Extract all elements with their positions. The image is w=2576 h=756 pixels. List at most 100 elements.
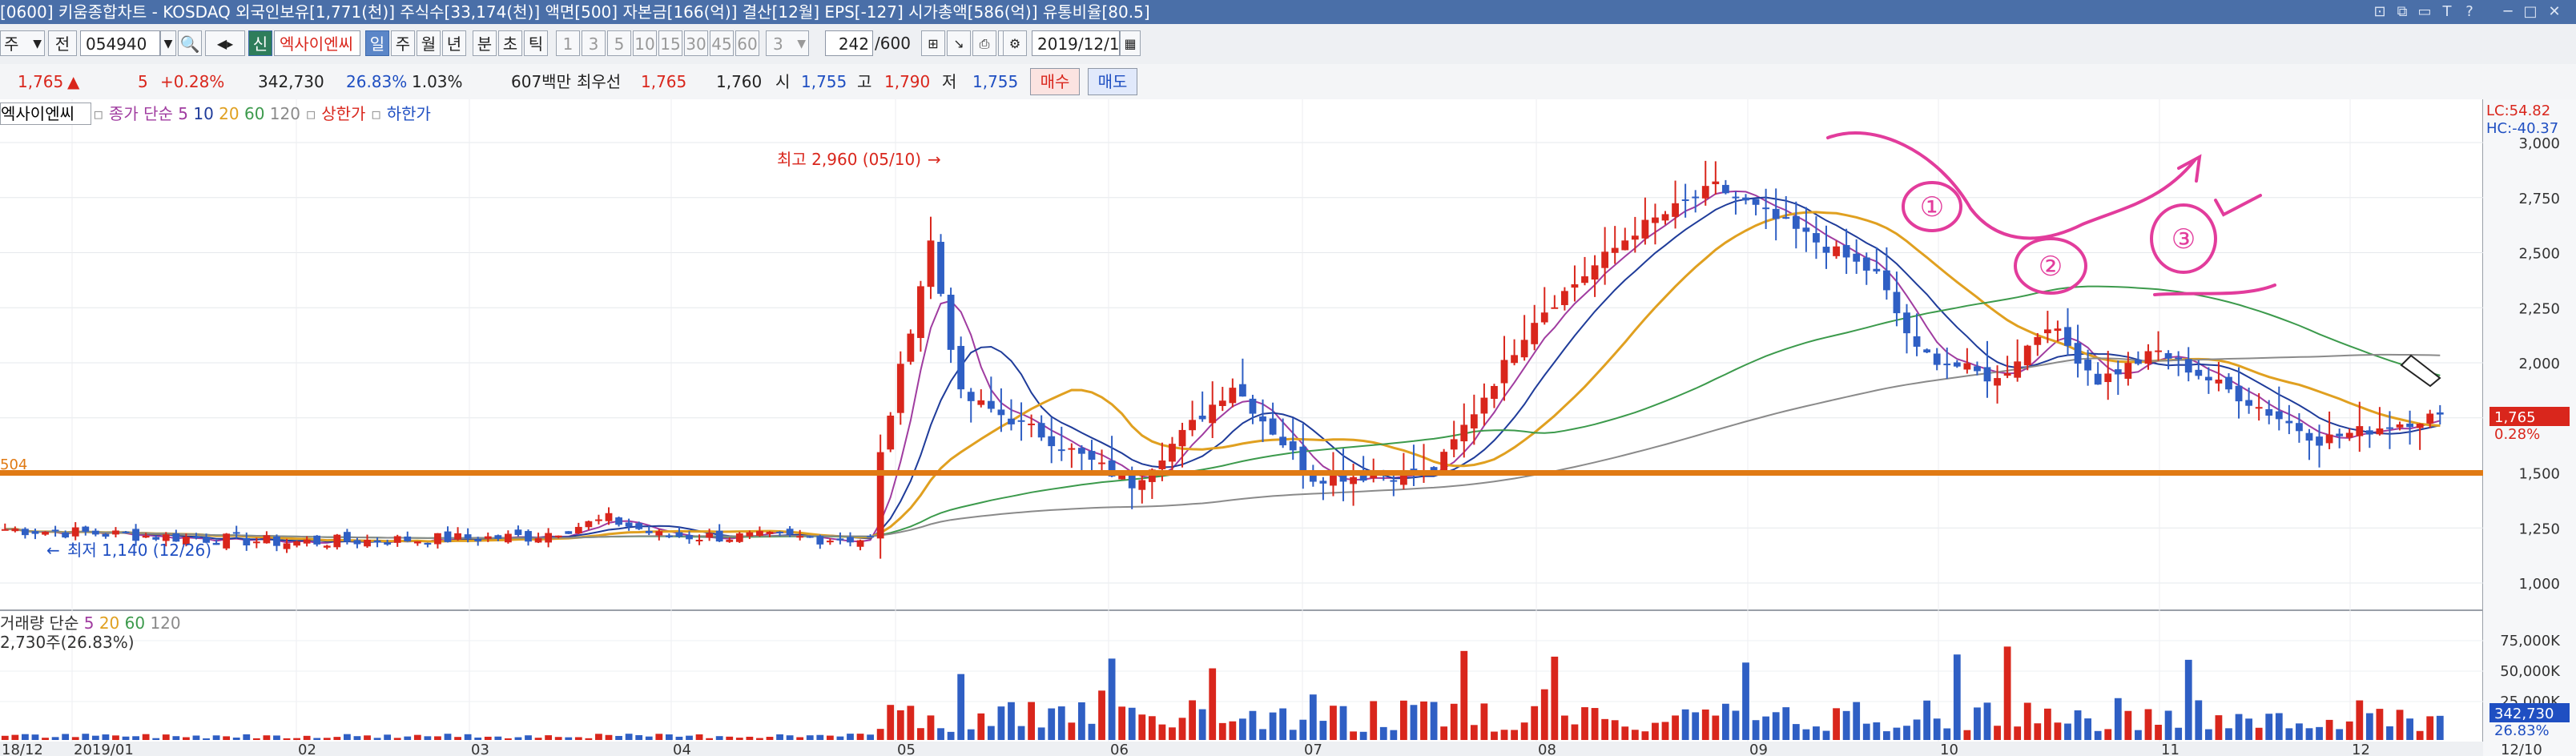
volume-bar: [2054, 722, 2062, 740]
candle-body: [1269, 418, 1277, 435]
date-input[interactable]: 2019/12/10: [1032, 30, 1129, 56]
vol-tick-label: 75,000K: [2500, 633, 2561, 649]
calendar-icon[interactable]: ▦: [1120, 30, 1141, 56]
best-bid-value: 1,760: [716, 72, 763, 91]
period-minute-button[interactable]: 분: [473, 30, 497, 56]
volume-bar: [545, 735, 553, 740]
volume-bar: [1430, 702, 1438, 740]
volume-bar: [353, 736, 361, 740]
interval-select[interactable]: 3 ▼: [766, 30, 809, 56]
search-icon[interactable]: 🔍: [178, 30, 202, 56]
interval-1-button[interactable]: 1: [556, 30, 580, 56]
stock-legend[interactable]: 엑사이엔씨: [0, 103, 91, 125]
volume-bar: [2245, 718, 2252, 740]
period-month-button[interactable]: 월: [417, 30, 441, 56]
stock-code-input[interactable]: 054940: [80, 30, 160, 56]
volume-bar: [2124, 710, 2132, 740]
interval-30-button[interactable]: 30: [684, 30, 708, 56]
interval-5-button[interactable]: 5: [607, 30, 631, 56]
volume-bar: [1882, 731, 1890, 740]
interval-60-button[interactable]: 60: [735, 30, 759, 56]
volume-bar: [1158, 724, 1166, 740]
volume-bar: [1631, 730, 1639, 740]
scope-select[interactable]: 전: [48, 30, 77, 56]
candle-body: [2215, 379, 2223, 384]
sound-icon[interactable]: ◀▸: [205, 30, 245, 56]
volume-bar: [1410, 705, 1418, 740]
close-icon[interactable]: ✕: [2544, 0, 2565, 24]
volume-bar: [42, 738, 49, 740]
layout-icon[interactable]: ▭: [2414, 0, 2435, 24]
candle-body: [806, 536, 814, 538]
candle-body: [1571, 284, 1579, 288]
interval-10-button[interactable]: 10: [633, 30, 657, 56]
interval-15-button[interactable]: 15: [658, 30, 682, 56]
candle-body: [1551, 307, 1559, 309]
period-week-button[interactable]: 주: [391, 30, 415, 56]
new-badge[interactable]: 신: [248, 30, 272, 56]
candle-body: [484, 536, 492, 539]
arrow-tool-icon[interactable]: ↘: [947, 30, 971, 56]
candle-body: [2064, 327, 2071, 346]
interval-3-button[interactable]: 3: [582, 30, 606, 56]
volume-bar: [1128, 707, 1136, 740]
count-input[interactable]: 242: [825, 30, 873, 56]
candle-body: [1913, 336, 1921, 347]
candle-body: [1350, 477, 1357, 485]
candle-body: [1198, 416, 1206, 420]
settings-icon[interactable]: ⚙: [1003, 30, 1027, 56]
low-value: 1,755: [972, 72, 1019, 91]
candle-body: [91, 530, 99, 535]
interval-45-button[interactable]: 45: [710, 30, 734, 56]
candle-body: [1249, 398, 1257, 414]
period-type-select[interactable]: 주 ▼: [0, 30, 45, 56]
tile-icon[interactable]: ⧉: [2392, 0, 2413, 24]
volume-bar: [2406, 718, 2413, 740]
volume-bar: [645, 736, 653, 740]
maximize-icon[interactable]: □: [2520, 0, 2541, 24]
volume-bar: [2043, 708, 2051, 740]
vol-ma60-label: 60: [124, 613, 146, 633]
candle-body: [776, 531, 783, 533]
volume-bar: [525, 735, 532, 740]
period-tick-button[interactable]: 틱: [524, 30, 548, 56]
chart-tool-icon[interactable]: ⊞: [921, 30, 945, 56]
minimize-icon[interactable]: ─: [2498, 0, 2518, 24]
candle-body: [404, 536, 412, 542]
volume-bar: [1581, 707, 1588, 740]
sell-button[interactable]: 매도: [1088, 68, 1137, 95]
chevron-down-icon: ▼: [797, 38, 806, 50]
volume-bar: [2104, 729, 2112, 740]
volume-bar: [434, 736, 441, 740]
ma-legend[interactable]: ▫ 종가 단순 5 10 20 60 120 ▫ 상한가 ▫ 하한가: [93, 103, 431, 125]
code-dropdown-icon[interactable]: ▼: [160, 30, 176, 56]
volume-bar: [686, 735, 693, 740]
period-year-button[interactable]: 년: [442, 30, 466, 56]
volume-bar: [2014, 726, 2022, 740]
period-day-button[interactable]: 일: [365, 30, 389, 56]
help-icon[interactable]: ?: [2459, 0, 2480, 24]
candle-body: [2043, 329, 2051, 334]
candle-body: [686, 535, 693, 540]
candle-body: [494, 535, 502, 539]
volume-bar: [746, 736, 754, 740]
candle-body: [444, 531, 452, 542]
restore-icon[interactable]: ⊡: [2369, 0, 2390, 24]
volume-bar: [554, 737, 562, 740]
price-chart[interactable]: 3,0002,7502,5002,2502,0001,7501,5001,250…: [0, 99, 2576, 756]
candle-body: [856, 540, 864, 547]
stock-name-field[interactable]: 엑사이엔씨: [274, 30, 360, 56]
volume-legend[interactable]: 거래량 단순 5 20 60 120: [0, 613, 181, 633]
volume-bar: [2275, 713, 2283, 740]
print-icon[interactable]: ⎙: [972, 30, 996, 56]
buy-button[interactable]: 매수: [1030, 68, 1080, 95]
volume-bar: [2296, 723, 2303, 740]
volume-bar: [1480, 703, 1488, 740]
volume-bar: [1209, 668, 1217, 740]
interval-select-value: 3: [773, 34, 783, 54]
text-icon[interactable]: T: [2437, 0, 2457, 24]
volume-bar: [1802, 729, 1810, 740]
candle-body: [424, 542, 432, 545]
candle-body: [393, 536, 401, 543]
period-second-button[interactable]: 초: [498, 30, 522, 56]
